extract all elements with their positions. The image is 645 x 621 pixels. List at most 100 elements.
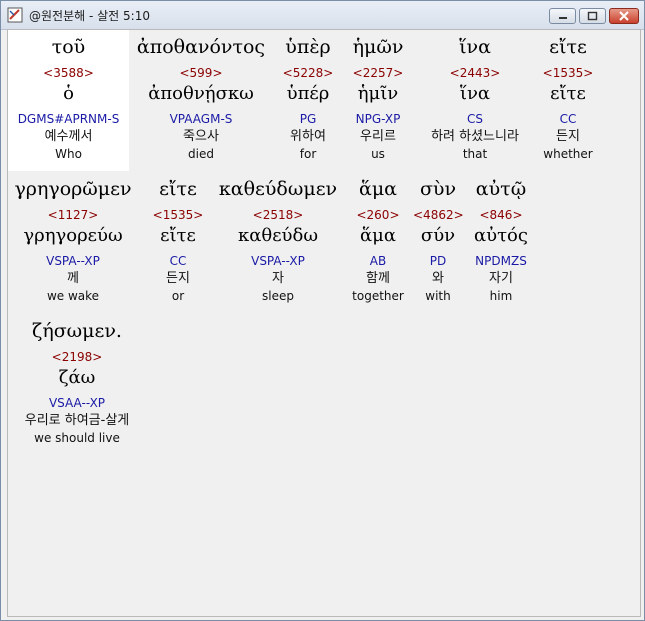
word-block[interactable]: εἴτε <1535> εἴτε CC 든지 or — [143, 176, 213, 304]
strong-number[interactable]: <1535> — [143, 206, 213, 224]
word-block[interactable]: αὐτῷ <846> αὐτός NPDMZS 자기 him — [463, 176, 539, 304]
korean-gloss: 와 — [432, 271, 444, 286]
strong-number[interactable]: <5228> — [273, 64, 343, 82]
greek-word: ἀποθανόντος — [136, 36, 266, 58]
word-block[interactable]: ζήσωμεν. <2198> ζάω VSAA--XP 우리로 하여금-살게 … — [8, 318, 146, 446]
morphology-code[interactable]: CS — [413, 110, 537, 128]
english-gloss: us — [371, 147, 385, 161]
lemma: ἡμῖν — [357, 83, 399, 104]
strong-number[interactable]: <1535> — [537, 64, 599, 82]
lemma: ὑπέρ — [286, 83, 330, 104]
app-icon — [7, 7, 23, 23]
greek-word: αὐτῷ — [475, 178, 527, 200]
greek-word: ὑπὲρ — [285, 36, 331, 58]
greek-word: ἡμῶν — [352, 36, 404, 58]
korean-gloss: 든지 — [556, 129, 580, 144]
lemma: εἴτε — [550, 83, 586, 104]
strong-number[interactable]: <4862> — [413, 206, 464, 224]
lemma: καθεύδω — [237, 225, 319, 246]
greek-word: τοῦ — [51, 36, 86, 58]
strong-number[interactable]: <3588> — [8, 64, 129, 82]
word-block[interactable]: γρηγορῶμεν <1127> γρηγορεύω VSPA--XP 께 w… — [8, 176, 138, 304]
korean-gloss: 하려 하셨느니라 — [431, 129, 519, 144]
korean-gloss: 든지 — [166, 271, 190, 286]
morphology-code[interactable]: VSPA--XP — [8, 252, 138, 270]
word-block[interactable]: ἡμῶν <2257> ἡμῖν NPG-XP 우리르 us — [343, 34, 413, 162]
korean-gloss: 위하여 — [290, 129, 326, 144]
korean-gloss: 우리르 — [360, 129, 396, 144]
greek-word: γρηγορῶμεν — [14, 178, 132, 200]
english-gloss: that — [462, 147, 488, 161]
morphology-code[interactable]: AB — [343, 252, 413, 270]
morphology-code[interactable]: DGMS#APRNM-S — [8, 110, 129, 128]
korean-gloss: 함께 — [366, 271, 390, 286]
english-gloss: with — [425, 289, 451, 303]
minimize-button[interactable] — [549, 8, 576, 24]
strong-number[interactable]: <1127> — [8, 206, 138, 224]
lemma: ἵνα — [459, 83, 491, 104]
greek-word: ἵνα — [459, 36, 491, 58]
word-block[interactable]: ἵνα <2443> ἵνα CS 하려 하셨느니라 that — [413, 34, 537, 162]
morphology-code[interactable]: PG — [273, 110, 343, 128]
morphology-code[interactable]: CC — [143, 252, 213, 270]
english-gloss: whether — [543, 147, 593, 161]
korean-gloss: 예수께서 — [44, 129, 93, 144]
app-window: @원전분해 - 살전 5:10 τοῦ <3588> ὁ DGMS#APRNM-… — [0, 0, 645, 621]
maximize-icon — [587, 11, 598, 21]
english-gloss: died — [188, 147, 214, 161]
greek-word: ἅμα — [358, 178, 397, 200]
greek-word: εἴτε — [159, 178, 197, 200]
korean-gloss: 죽으사 — [183, 129, 219, 144]
strong-number[interactable]: <2443> — [413, 64, 537, 82]
word-block[interactable]: εἴτε <1535> εἴτε CC 든지 whether — [537, 34, 599, 162]
lemma: ἀποθνῄσκω — [148, 83, 254, 104]
lemma: ζάω — [58, 367, 96, 388]
interlinear-panel: τοῦ <3588> ὁ DGMS#APRNM-S 예수께서 Who ἀποθα… — [7, 29, 641, 617]
title-bar[interactable]: @원전분해 - 살전 5:10 — [1, 1, 644, 30]
word-block[interactable]: τοῦ <3588> ὁ DGMS#APRNM-S 예수께서 Who — [8, 34, 129, 162]
english-gloss: for — [299, 147, 317, 161]
english-gloss: together — [352, 289, 404, 303]
lemma: γρηγορεύω — [23, 225, 123, 246]
word-block[interactable]: ἀποθανόντος <599> ἀποθνῄσκω VPAAGM-S 죽으사… — [129, 34, 273, 162]
word-block[interactable]: ὑπὲρ <5228> ὑπέρ PG 위하여 for — [273, 34, 343, 162]
strong-number[interactable]: <2198> — [8, 348, 146, 366]
word-block[interactable]: καθεύδωμεν <2518> καθεύδω VSPA--XP 자 sle… — [213, 176, 343, 304]
greek-word: εἴτε — [549, 36, 587, 58]
lemma: ἅμα — [359, 225, 396, 246]
strong-number[interactable]: <2257> — [343, 64, 413, 82]
close-icon — [619, 11, 629, 21]
close-button[interactable] — [609, 8, 639, 24]
lemma: ὁ — [63, 83, 74, 104]
lemma: αὐτός — [474, 225, 528, 246]
word-block[interactable]: σὺν <4862> σύν PD 와 with — [413, 176, 464, 304]
minimize-icon — [559, 17, 567, 19]
morphology-code[interactable]: VPAAGM-S — [129, 110, 273, 128]
strong-number[interactable]: <599> — [129, 64, 273, 82]
morphology-code[interactable]: CC — [537, 110, 599, 128]
korean-gloss: 께 — [67, 271, 79, 286]
word-block[interactable]: ἅμα <260> ἅμα AB 함께 together — [343, 176, 413, 304]
english-gloss: sleep — [262, 289, 294, 303]
korean-gloss: 자기 — [489, 271, 513, 286]
morphology-code[interactable]: VSPA--XP — [213, 252, 343, 270]
greek-word: ζήσωμεν. — [32, 320, 122, 342]
greek-word: σὺν — [419, 178, 457, 200]
window-title: @원전분해 - 살전 5:10 — [29, 9, 150, 23]
morphology-code[interactable]: PD — [413, 252, 463, 270]
strong-number[interactable]: <846> — [463, 206, 539, 224]
english-gloss: him — [489, 289, 513, 303]
morphology-code[interactable]: NPDMZS — [463, 252, 539, 270]
strong-number[interactable]: <260> — [343, 206, 413, 224]
lemma: σύν — [420, 225, 456, 246]
lemma: εἴτε — [160, 225, 196, 246]
maximize-button[interactable] — [579, 8, 606, 24]
korean-gloss: 우리로 하여금-살게 — [24, 413, 130, 428]
korean-gloss: 자 — [272, 271, 284, 286]
english-gloss: we wake — [46, 289, 100, 303]
english-gloss: Who — [55, 147, 82, 161]
strong-number[interactable]: <2518> — [213, 206, 343, 224]
english-gloss: or — [171, 289, 185, 303]
morphology-code[interactable]: VSAA--XP — [8, 394, 146, 412]
morphology-code[interactable]: NPG-XP — [343, 110, 413, 128]
